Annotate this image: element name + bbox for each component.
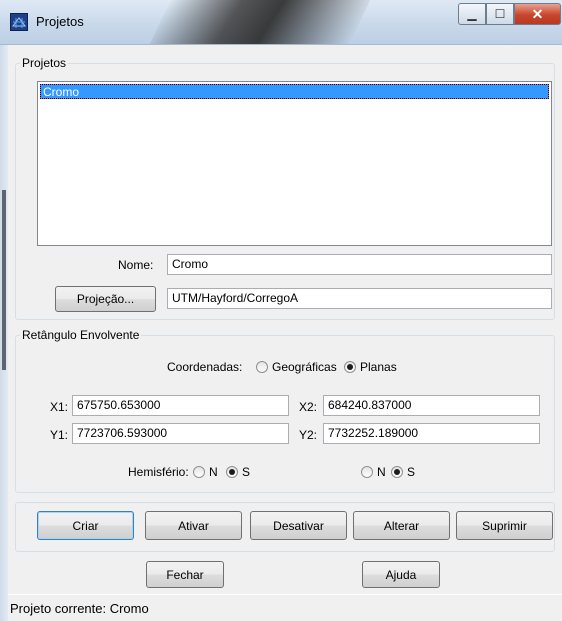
minimize-button[interactable]: ▁ xyxy=(458,3,486,25)
deactivate-button[interactable]: Desativar xyxy=(250,511,347,540)
radio-hemisphere-n-right-label: N xyxy=(377,465,386,479)
delete-button[interactable]: Suprimir xyxy=(456,511,553,540)
window-title: Projetos xyxy=(36,14,84,29)
hemisphere-label: Hemisfério: xyxy=(128,465,189,479)
activate-button[interactable]: Ativar xyxy=(145,511,242,540)
coordinates-label: Coordenadas: xyxy=(167,360,243,374)
radio-hemisphere-n-left-label: N xyxy=(209,465,218,479)
bounding-box-group-legend: Retângulo Envolvente xyxy=(22,328,140,342)
minimize-icon: ▁ xyxy=(467,7,477,21)
radio-hemisphere-s-left-label: S xyxy=(242,465,251,479)
maximize-button[interactable]: ☐ xyxy=(486,3,514,25)
x1-field[interactable]: 675750.653000 xyxy=(72,395,289,416)
window-left-border xyxy=(0,45,8,621)
radio-hemisphere-n-left[interactable] xyxy=(193,466,205,478)
y2-field[interactable]: 7732252.189000 xyxy=(323,423,540,444)
projects-listbox[interactable]: Cromo xyxy=(37,81,552,246)
y2-label: Y2: xyxy=(299,428,318,442)
status-separator xyxy=(8,594,562,595)
radio-hemisphere-s-left[interactable] xyxy=(226,466,238,478)
window-controls: ▁ ☐ ✕ xyxy=(458,3,561,25)
y1-field[interactable]: 7723706.593000 xyxy=(72,423,289,444)
create-button[interactable]: Criar xyxy=(37,511,134,540)
radio-geograficas-label: Geográficas xyxy=(272,360,337,374)
y1-label: Y1: xyxy=(50,428,69,442)
radio-geograficas[interactable] xyxy=(256,361,268,373)
radio-planas[interactable] xyxy=(344,361,356,373)
x2-field[interactable]: 684240.837000 xyxy=(323,395,540,416)
x1-label: X1: xyxy=(50,400,69,414)
radio-planas-label: Planas xyxy=(360,360,397,374)
help-button[interactable]: Ajuda xyxy=(362,561,440,588)
radio-hemisphere-s-right[interactable] xyxy=(391,466,403,478)
alter-button[interactable]: Alterar xyxy=(353,511,450,540)
close-window-button[interactable]: ✕ xyxy=(514,3,561,25)
radio-hemisphere-s-right-label: S xyxy=(407,465,416,479)
close-button[interactable]: Fechar xyxy=(146,561,224,588)
status-bar-text: Projeto corrente: Cromo xyxy=(10,601,149,616)
x2-label: X2: xyxy=(299,400,318,414)
radio-hemisphere-n-right[interactable] xyxy=(361,466,373,478)
projects-group-legend: Projetos xyxy=(22,56,67,70)
name-field[interactable]: Cromo xyxy=(167,254,552,275)
title-bar-shadow xyxy=(149,0,371,44)
projection-field[interactable]: UTM/Hayford/CorregoA xyxy=(167,288,552,309)
list-item[interactable]: Cromo xyxy=(40,84,549,99)
name-label: Nome: xyxy=(118,258,154,272)
projection-button[interactable]: Projeção... xyxy=(55,286,156,312)
maximize-icon: ☐ xyxy=(494,7,506,21)
globe-grid-icon xyxy=(10,13,28,31)
close-icon: ✕ xyxy=(531,5,544,22)
